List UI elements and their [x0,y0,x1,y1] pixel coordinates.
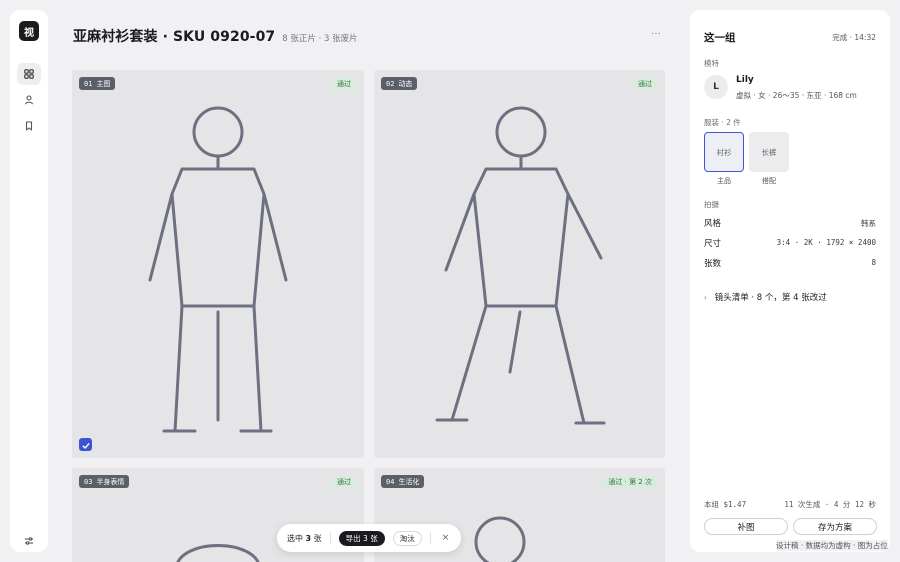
footnote: 设计稿 · 数据均为虚构 · 图为占位 [776,540,888,551]
model-section-label: 模特 [704,59,719,68]
cost-label: 本组 $1.47 [704,500,747,509]
model-name: Lily [736,75,754,85]
card-index: 04 [386,477,395,486]
save-preset-button[interactable]: 存为方案 [793,518,877,535]
card-tag: 02 动态 [381,77,418,90]
shot-list-label: 镜头清单 · 8 个，第 4 张改过 [714,293,827,303]
status-badge: 通过 [332,78,356,90]
chevron-right-icon: › [704,294,707,302]
size-key: 尺寸 [704,239,722,249]
nav-settings[interactable] [17,530,41,552]
image-card-02[interactable]: 02 动态 通过 [374,70,665,458]
image-card-01[interactable]: 01 主图 通过 [72,70,364,458]
garment-caption: 主品 [717,177,731,185]
page-header: 亚麻衬衫套装 · SKU 0920-07 8 张正片 · 3 张废片 [73,26,358,46]
shoot-section-label: 拍摄 [704,200,719,209]
more-options-button[interactable]: ··· [648,30,664,40]
regenerate-button[interactable]: 补图 [704,518,788,535]
selection-count-prefix: 选中 [287,533,306,543]
export-button[interactable]: 导出 3 张 [338,530,385,546]
person-icon [24,95,34,105]
placeholder-figure-walking [435,106,606,425]
card-label: 生活化 [398,477,420,486]
count-value: 8 [871,258,876,267]
generation-info: 11 次生成 · 4 分 12 秒 [784,500,876,509]
nav-bookmark[interactable] [17,115,41,137]
panel-title: 这一组 [704,32,736,44]
card-tag: 01 主图 [79,77,116,90]
model-description: 虚拟 · 女 · 26～35 · 东亚 · 168 cm [736,91,857,100]
check-icon [82,435,90,454]
garments-section-label: 服装 · 2 件 [704,118,741,127]
app-logo[interactable]: 视 [19,21,39,41]
avatar[interactable]: L [704,75,728,99]
size-value: 3:4 · 2K · 1792 × 2400 [776,238,876,247]
selection-bar: 选中 3 张 导出 3 张 淘汰 × [277,524,461,552]
divider [429,532,431,544]
status-badge: 通过 [332,476,356,488]
selection-count-suffix: 张 [311,533,322,543]
card-label: 半身表情 [96,477,125,486]
page-title: 亚麻衬衫套装 · SKU 0920-07 [73,29,276,45]
card-label: 主图 [96,79,111,88]
card-index: 03 [84,477,93,486]
garment-thumb-shirt[interactable]: 衬衫 [704,132,744,172]
left-rail: 视 [10,10,48,552]
shot-list-toggle[interactable]: › 镜头清单 · 8 个，第 4 张改过 [704,291,827,303]
panel-status: 完成 · 14:32 [832,33,876,42]
divider [329,532,331,544]
card-tag: 04 生活化 [381,475,425,488]
style-value: 韩系 [861,219,876,228]
discard-button[interactable]: 淘汰 [392,530,422,546]
details-panel: 这一组 完成 · 14:32 模特 L Lily 虚拟 · 女 · 26～35 … [690,10,890,552]
nav-grid[interactable] [17,63,41,85]
placeholder-figure-standing [148,106,288,433]
page-subtitle: 8 张正片 · 3 张废片 [282,34,358,44]
nav-person[interactable] [17,89,41,111]
status-badge: 通过 [633,78,657,90]
card-label: 动态 [398,79,413,88]
card-index: 02 [386,79,395,88]
garment-caption: 搭配 [762,177,776,185]
close-icon[interactable]: × [442,533,450,543]
card-index: 01 [84,79,93,88]
sliders-icon [24,536,34,546]
style-key: 风格 [704,219,722,229]
select-checkbox[interactable] [79,438,92,451]
selection-count: 选中 3 张 [287,533,322,544]
grid-icon [24,69,34,79]
count-key: 张数 [704,259,722,269]
bookmark-icon [24,121,34,131]
card-tag: 03 半身表情 [79,475,130,488]
status-badge: 通过 · 第 2 次 [603,476,657,488]
garment-thumb-pants[interactable]: 长裤 [749,132,789,172]
